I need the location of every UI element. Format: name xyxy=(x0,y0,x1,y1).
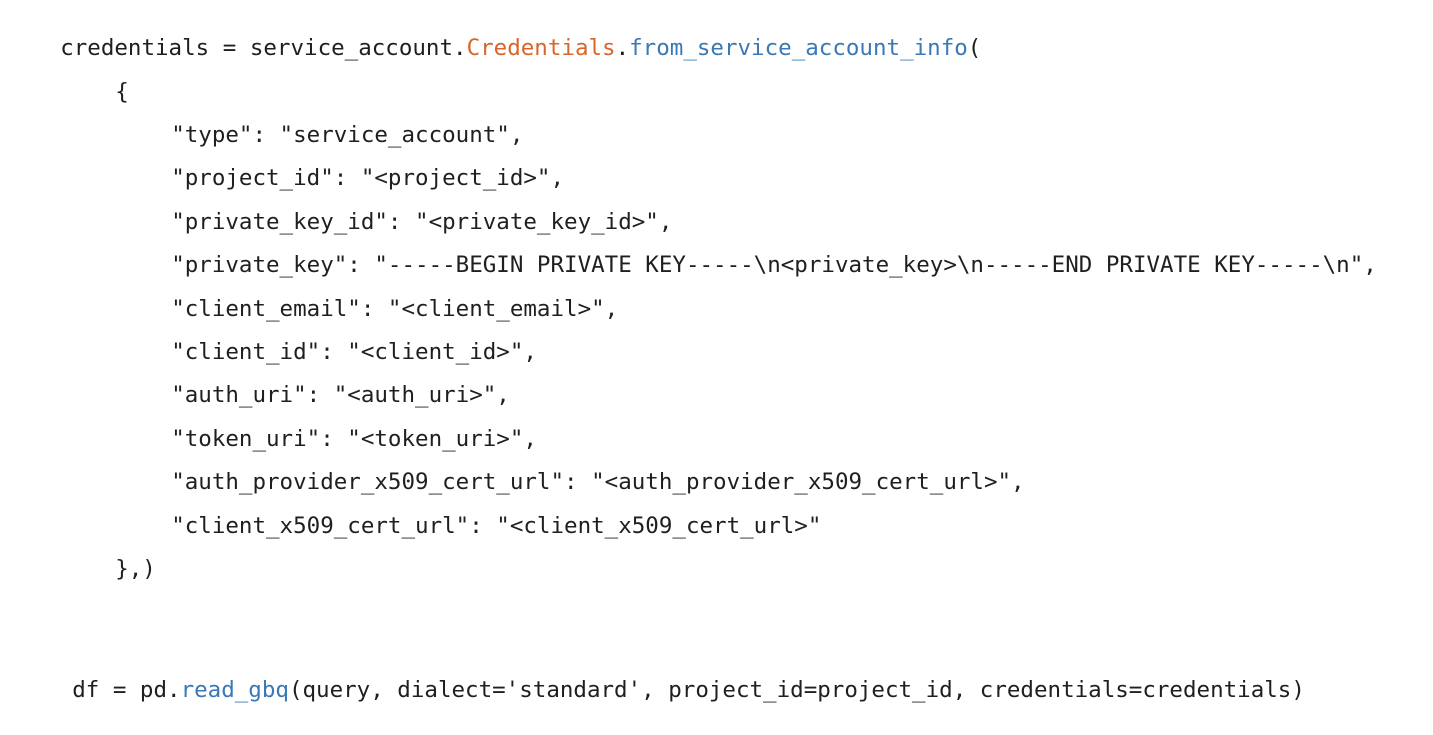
code-token: },) xyxy=(115,556,156,582)
code-line-2: { xyxy=(61,47,129,105)
code-token: "client_x509_cert_url": "<client_x509_ce… xyxy=(171,513,822,539)
code-token: . xyxy=(615,35,630,61)
code-block: credentials = service_account.Credential… xyxy=(0,0,1433,703)
function-name-token: from_service_account_info xyxy=(629,35,968,61)
code-token: df = pd. xyxy=(72,677,181,703)
code-line-1: credentials = service_account.Credential… xyxy=(6,3,981,61)
code-line-6: "private_key": "-----BEGIN PRIVATE KEY--… xyxy=(117,220,1377,278)
class-name-token: Credentials xyxy=(466,35,616,61)
code-line-14: df = pd.read_gbq(query, dialect='standar… xyxy=(18,645,1305,703)
code-line-10: "token_uri": "<token_uri>", xyxy=(117,394,537,452)
code-line-11: "auth_provider_x509_cert_url": "<auth_pr… xyxy=(117,437,1024,495)
code-line-13: },) xyxy=(61,524,156,582)
code-token: (query, dialect='standard', project_id=p… xyxy=(288,677,1305,703)
code-line-9: "auth_uri": "<auth_uri>", xyxy=(117,350,510,408)
function-name-token: read_gbq xyxy=(180,677,289,703)
code-line-12: "client_x509_cert_url": "<client_x509_ce… xyxy=(117,481,821,539)
code-line-5: "private_key_id": "<private_key_id>", xyxy=(117,177,672,235)
code-line-8: "client_id": "<client_id>", xyxy=(117,307,537,365)
code-line-4: "project_id": "<project_id>", xyxy=(117,133,564,191)
code-token: ( xyxy=(967,35,982,61)
code-line-7: "client_email": "<client_email>", xyxy=(117,264,618,322)
code-line-3: "type": "service_account", xyxy=(117,90,523,148)
